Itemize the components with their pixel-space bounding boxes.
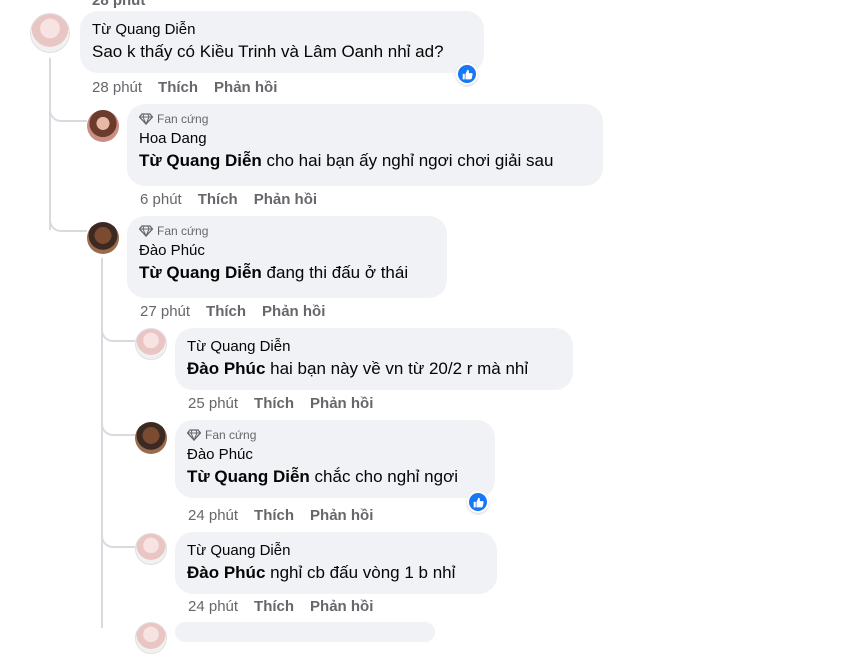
thread-curve-3 — [101, 320, 135, 342]
comment-text: Đào Phúc hai bạn này về vn từ 20/2 r mà … — [187, 359, 529, 378]
comment-bubble: Từ Quang Diễn Đào Phúc nghỉ cb đấu vòng … — [175, 532, 497, 594]
thread-curve-2 — [49, 210, 87, 232]
like-link[interactable]: Thích — [254, 598, 294, 615]
comment-bubble-partial — [175, 622, 435, 642]
thread-curve-5 — [101, 524, 135, 548]
fan-badge: Fan cứng — [139, 111, 591, 127]
comment-bubble: Từ Quang Diễn Đào Phúc hai bạn này về vn… — [175, 328, 573, 390]
comment-time[interactable]: 27 phút — [140, 303, 190, 320]
comment-author[interactable]: Hoa Dang — [139, 129, 591, 149]
comment-bubble: Từ Quang Diễn Sao k thấy có Kiều Trinh v… — [80, 11, 484, 73]
reply-link[interactable]: Phản hồi — [310, 598, 373, 615]
comment-time[interactable]: 25 phút — [188, 395, 238, 412]
like-link[interactable]: Thích — [254, 507, 294, 524]
mention-link[interactable]: Đào Phúc — [187, 563, 265, 582]
avatar[interactable] — [87, 222, 119, 254]
like-link[interactable]: Thích — [198, 191, 238, 208]
comment-bubble: Fan cứng Đào Phúc Từ Quang Diễn chắc cho… — [175, 420, 495, 498]
diamond-icon — [139, 113, 153, 125]
thumbs-up-icon — [469, 493, 487, 511]
reply-link[interactable]: Phản hồi — [310, 507, 373, 524]
mention-link[interactable]: Từ Quang Diễn — [139, 151, 262, 170]
comment-actions: 28 phút Thích Phản hồi — [92, 79, 293, 96]
comment-text: Sao k thấy có Kiều Trinh và Lâm Oanh nhỉ… — [92, 42, 444, 61]
reply-link[interactable]: Phản hồi — [310, 395, 373, 412]
thumbs-up-icon — [458, 65, 476, 83]
comment-actions: 6 phút Thích Phản hồi — [140, 191, 333, 208]
reply-link[interactable]: Phản hồi — [262, 303, 325, 320]
reaction-badge[interactable] — [467, 491, 489, 513]
diamond-icon — [139, 225, 153, 237]
comment-time[interactable]: 24 phút — [188, 598, 238, 615]
comment-time[interactable]: 6 phút — [140, 191, 182, 208]
top-cutoff-actions: 28 phút — [92, 0, 146, 9]
comment-actions: 24 phút Thích Phản hồi — [188, 507, 389, 524]
comment-time[interactable]: 28 phút — [92, 79, 142, 96]
comment-text: Từ Quang Diễn chắc cho nghỉ ngơi — [187, 467, 458, 486]
comment-author[interactable]: Từ Quang Diễn — [187, 337, 561, 357]
comment-author[interactable]: Từ Quang Diễn — [92, 20, 472, 40]
comment-actions: 27 phút Thích Phản hồi — [140, 303, 341, 320]
diamond-icon — [187, 429, 201, 441]
thread-line-root — [49, 58, 51, 230]
comment-actions: 24 phút Thích Phản hồi — [188, 598, 389, 615]
comment-text: Từ Quang Diễn cho hai bạn ấy nghỉ ngơi c… — [139, 151, 554, 170]
avatar[interactable] — [87, 110, 119, 142]
mention-link[interactable]: Từ Quang Diễn — [139, 263, 262, 282]
comment-bubble: Fan cứng Đào Phúc Từ Quang Diễn đang thi… — [127, 216, 447, 298]
avatar[interactable] — [135, 422, 167, 454]
avatar[interactable] — [135, 533, 167, 565]
comment-text: Từ Quang Diễn đang thi đấu ở thái — [139, 263, 409, 282]
comment-time[interactable]: 24 phút — [188, 507, 238, 524]
avatar[interactable] — [135, 328, 167, 360]
thread-curve-4 — [101, 412, 135, 436]
thread-curve-1 — [49, 100, 87, 122]
comment-actions: 25 phút Thích Phản hồi — [188, 395, 389, 412]
comment-bubble: Fan cứng Hoa Dang Từ Quang Diễn cho hai … — [127, 104, 603, 186]
fan-badge: Fan cứng — [187, 427, 483, 443]
avatar[interactable] — [30, 13, 70, 53]
like-link[interactable]: Thích — [206, 303, 246, 320]
like-link[interactable]: Thích — [254, 395, 294, 412]
reply-link[interactable]: Phản hồi — [214, 79, 277, 96]
like-link[interactable]: Thích — [158, 79, 198, 96]
fan-badge: Fan cứng — [139, 223, 435, 239]
thread-line-nested — [101, 258, 103, 628]
mention-link[interactable]: Từ Quang Diễn — [187, 467, 310, 486]
comment-author[interactable]: Đào Phúc — [139, 241, 435, 261]
comment-author[interactable]: Từ Quang Diễn — [187, 541, 485, 561]
avatar-partial[interactable] — [135, 622, 167, 654]
comment-author[interactable]: Đào Phúc — [187, 445, 483, 465]
comment-text: Đào Phúc nghỉ cb đấu vòng 1 b nhỉ — [187, 563, 456, 582]
reaction-badge[interactable] — [456, 63, 478, 85]
mention-link[interactable]: Đào Phúc — [187, 359, 265, 378]
reply-link[interactable]: Phản hồi — [254, 191, 317, 208]
